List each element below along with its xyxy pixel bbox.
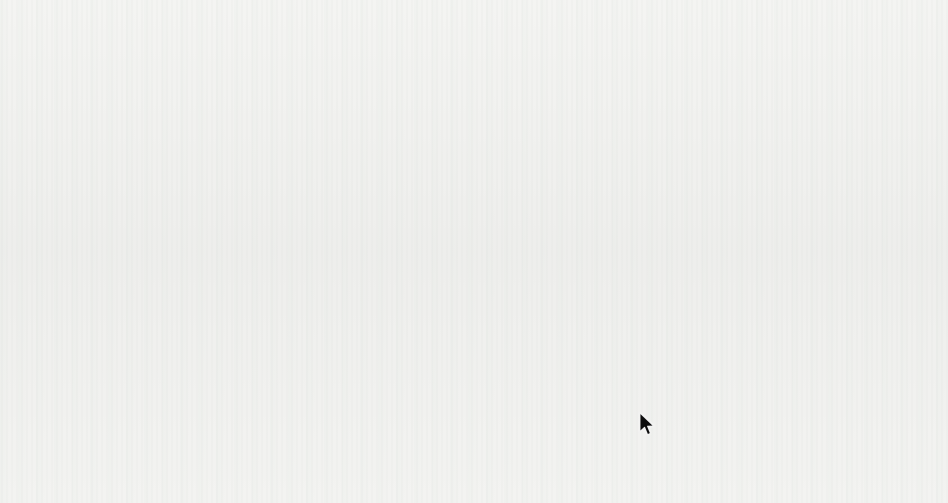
mouse-cursor	[639, 412, 657, 443]
page-background	[0, 0, 948, 503]
